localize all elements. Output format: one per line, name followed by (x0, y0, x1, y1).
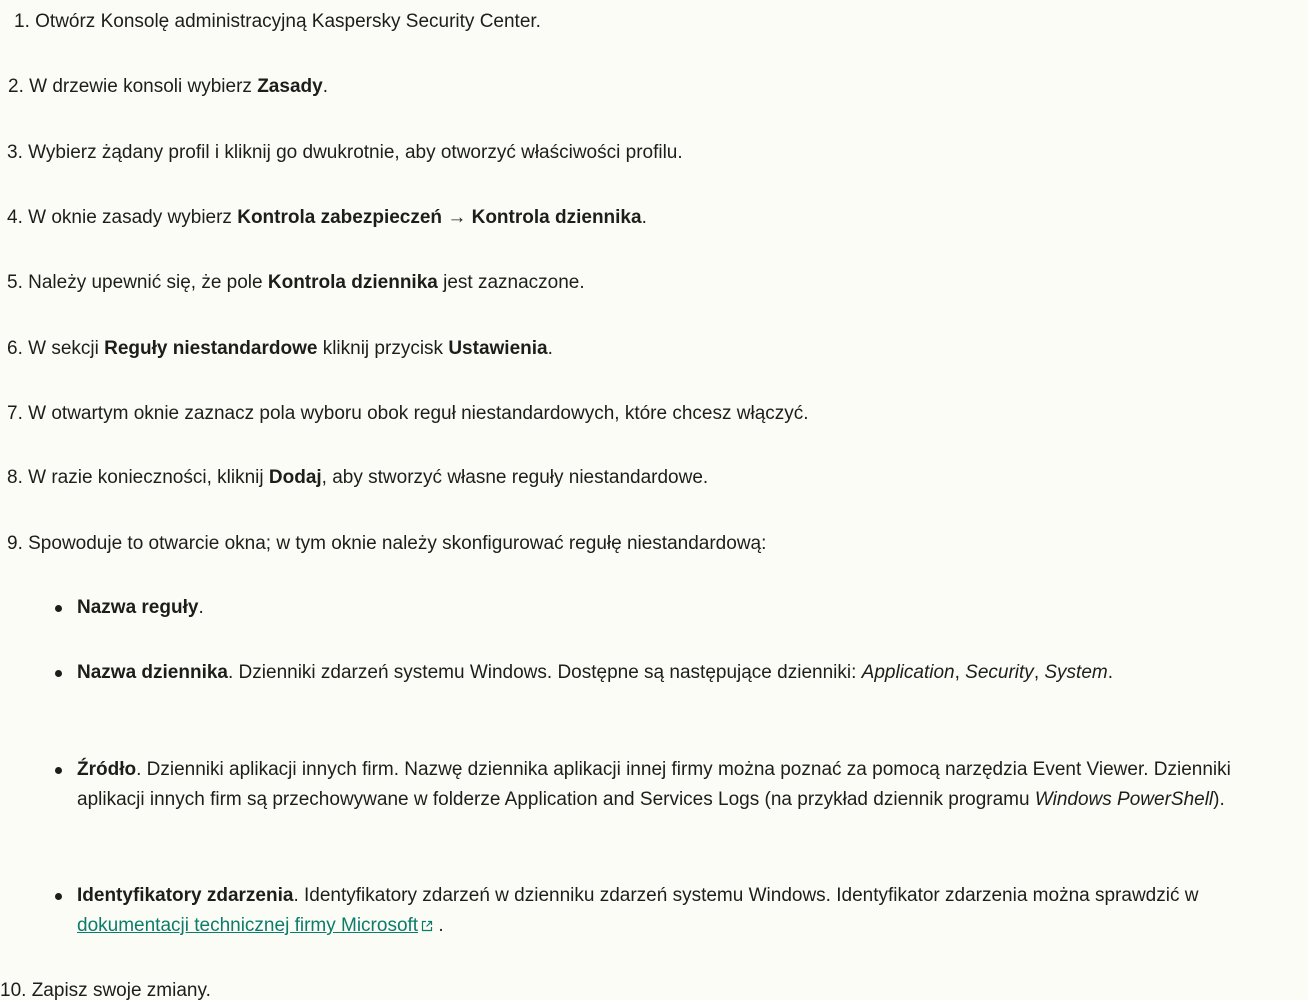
bullet-item-event-ids: Identyfikatory zdarzenia. Identyfikatory… (55, 881, 1302, 941)
text-run: . (433, 915, 444, 936)
bold-term: Kontrola dziennika (267, 272, 438, 293)
step-7: 7. W otwartym oknie zaznacz pola wyboru … (7, 399, 1308, 429)
text-run: . Dzienniki zdarzeń systemu Windows. Dos… (228, 662, 862, 683)
text-run: W oknie zasady wybierz (22, 207, 238, 228)
text-run: . Identyfikatory zdarzeń w dzienniku zda… (293, 885, 1199, 906)
text-run: ). (1213, 789, 1225, 810)
step-1: 1. Otwórz Konsolę administracyjną Kasper… (14, 7, 1308, 37)
text-run: → (442, 207, 472, 228)
text-run: W drzewie konsoli wybierz (23, 76, 258, 97)
bold-term: Kontrola zabezpieczeń (237, 207, 443, 228)
step-number: 3. (7, 142, 23, 163)
text-run: Wybierz żądany profil i kliknij go dwukr… (22, 142, 683, 163)
step-5: 5. Należy upewnić się, że pole Kontrola … (7, 268, 1308, 298)
text-run: Zapisz swoje zmiany. (26, 980, 211, 1000)
bold-term: Nazwa reguły (77, 597, 199, 618)
text-run: . (547, 338, 553, 359)
text-run: Należy upewnić się, że pole (22, 272, 268, 293)
step-number: 1. (14, 11, 30, 32)
text-run: . (1107, 662, 1114, 683)
italic-term: Windows PowerShell (1034, 789, 1214, 810)
step-8: 8. W razie konieczności, kliknij Dodaj, … (7, 463, 1308, 493)
text-run: W razie konieczności, kliknij (22, 467, 269, 488)
step-2: 2. W drzewie konsoli wybierz Zasady. (8, 72, 1308, 102)
bullet-icon (55, 670, 62, 677)
bullet-icon (55, 767, 62, 774)
bullet-icon (55, 893, 62, 900)
text-run: , aby stworzyć własne reguły niestandard… (321, 467, 709, 488)
text-run: . (322, 76, 328, 97)
bullet-icon (55, 605, 62, 612)
bullet-item-source: Źródło. Dzienniki aplikacji innych firm.… (55, 755, 1302, 815)
step-number: 10. (0, 980, 27, 1000)
step-number: 7. (7, 403, 23, 424)
text-run: Spowoduje to otwarcie okna; w tym oknie … (22, 533, 767, 554)
bullet-item-rule-name: Nazwa reguły. (55, 593, 1302, 623)
step-3: 3. Wybierz żądany profil i kliknij go dw… (7, 138, 1308, 168)
step-number: 8. (7, 467, 23, 488)
step-number: 9. (7, 533, 23, 554)
bold-term: Ustawienia (448, 338, 548, 359)
step-6: 6. W sekcji Reguły niestandardowe klikni… (7, 334, 1308, 364)
text-run: W otwartym oknie zaznacz pola wyboru obo… (22, 403, 809, 424)
italic-term: Application (861, 662, 955, 683)
external-link-icon (421, 920, 433, 932)
bold-term: Źródło (77, 759, 137, 780)
text-run: kliknij przycisk (317, 338, 449, 359)
link-text: dokumentacji technicznej firmy Microsoft (77, 915, 419, 936)
step-number: 4. (7, 207, 23, 228)
text-run: . (198, 597, 204, 618)
step-number: 5. (7, 272, 23, 293)
step-number: 2. (8, 76, 24, 97)
step-number: 6. (7, 338, 23, 359)
bullet-item-log-name: Nazwa dziennika. Dzienniki zdarzeń syste… (55, 658, 1302, 688)
text-run: , (1033, 662, 1045, 683)
italic-term: System (1044, 662, 1108, 683)
bold-term: Dodaj (268, 467, 322, 488)
step-9: 9. Spowoduje to otwarcie okna; w tym okn… (7, 529, 1308, 559)
text-run: W sekcji (22, 338, 105, 359)
bold-term: Identyfikatory zdarzenia (77, 885, 294, 906)
step-10: 10. Zapisz swoje zmiany. (0, 976, 1308, 1000)
bold-term: Zasady (257, 76, 323, 97)
text-run: , (954, 662, 966, 683)
microsoft-docs-link[interactable]: dokumentacji technicznej firmy Microsoft (77, 915, 433, 936)
bold-term: Kontrola dziennika (471, 207, 642, 228)
text-run: Otwórz Konsolę administracyjną Kaspersky… (29, 11, 541, 32)
step-4: 4. W oknie zasady wybierz Kontrola zabez… (7, 203, 1308, 233)
bold-term: Nazwa dziennika (77, 662, 228, 683)
text-run: . (641, 207, 647, 228)
bold-term: Reguły niestandardowe (104, 338, 318, 359)
italic-term: Security (965, 662, 1034, 683)
text-run: jest zaznaczone. (437, 272, 585, 293)
